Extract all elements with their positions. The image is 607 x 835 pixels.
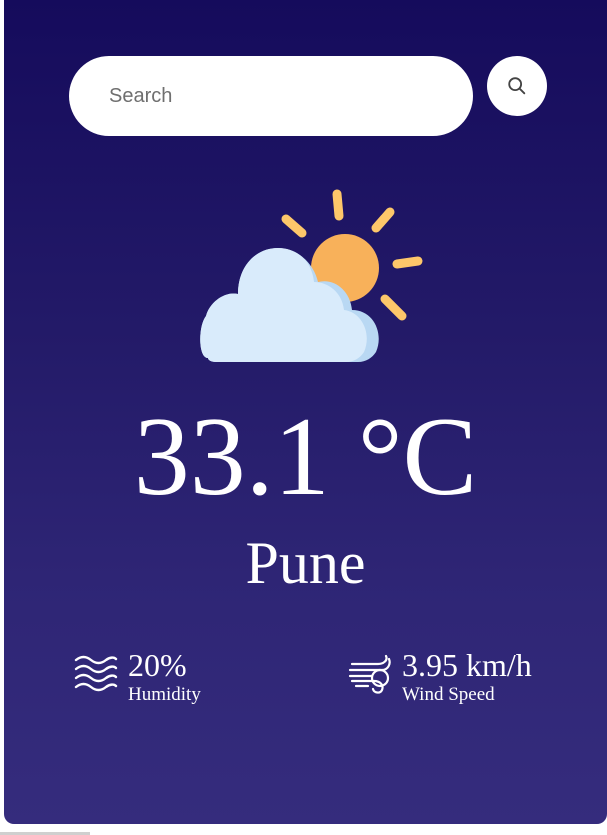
wind-icon (348, 654, 391, 694)
search-input[interactable] (69, 56, 473, 136)
search-button[interactable] (487, 56, 547, 116)
wind-speed-value: 3.95 km/h (402, 647, 532, 683)
humidity-waves-icon (74, 655, 118, 692)
city-name: Pune (245, 530, 366, 596)
wind-speed-label: Wind Speed (402, 684, 495, 705)
page-frame: 33.1 °C Pune 20% Humidity (0, 0, 607, 835)
partly-cloudy-sun-icon (200, 189, 423, 362)
weather-card: 33.1 °C Pune 20% Humidity (4, 0, 607, 824)
search-bar (69, 56, 549, 136)
humidity-label: Humidity (128, 684, 201, 705)
temperature-value: 33.1 °C (133, 395, 478, 519)
humidity-value: 20% (128, 647, 187, 683)
wind-stat: 3.95 km/h Wind Speed (348, 646, 588, 710)
humidity-stat: 20% Humidity (74, 646, 294, 710)
search-icon (508, 77, 526, 95)
